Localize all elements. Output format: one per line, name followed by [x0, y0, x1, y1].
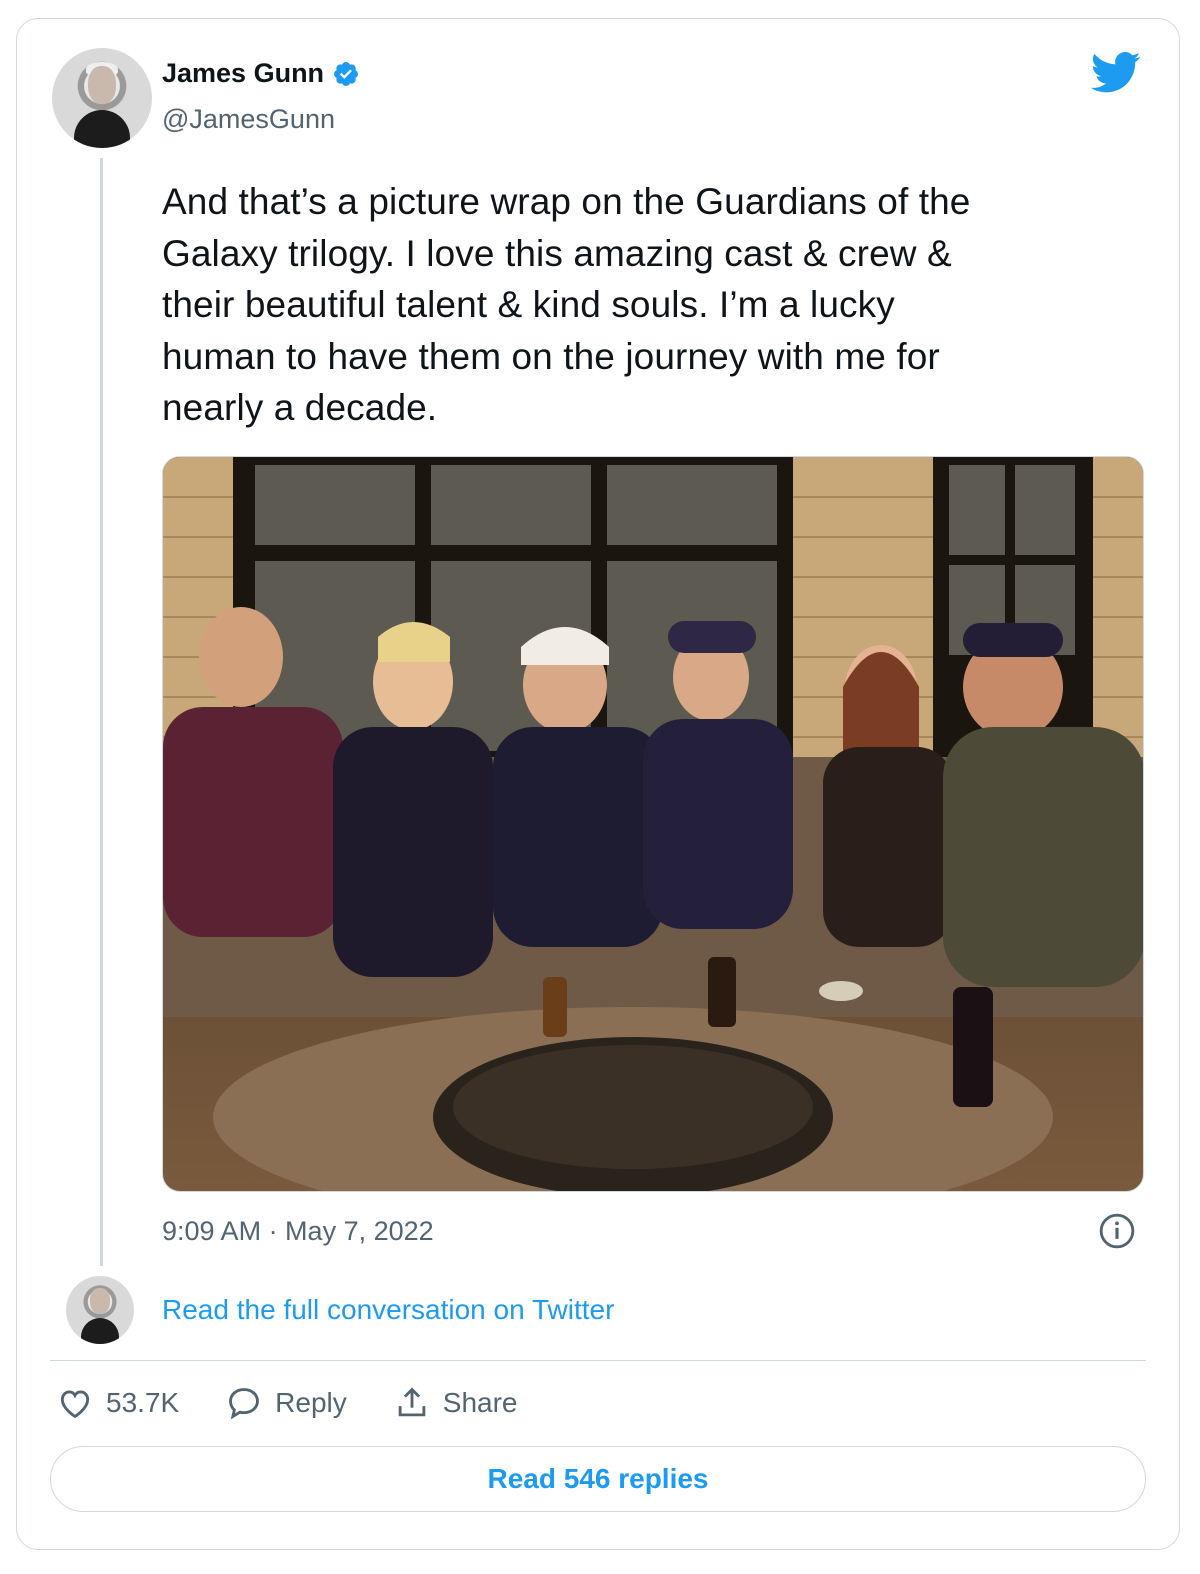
- photo-scene: [163, 457, 1143, 1191]
- reply-icon: [229, 1388, 260, 1420]
- author-name-row[interactable]: James Gunn: [162, 58, 360, 89]
- tweet-text: And that’s a picture wrap on the Guardia…: [162, 181, 971, 428]
- author-handle[interactable]: @JamesGunn: [162, 104, 335, 135]
- thread-line: [100, 158, 103, 1266]
- divider: [50, 1360, 1146, 1361]
- author-avatar[interactable]: [52, 48, 152, 148]
- share-button[interactable]: Share: [393, 1384, 518, 1422]
- like-count: 53.7K: [106, 1387, 180, 1418]
- conversation-avatar[interactable]: [66, 1276, 134, 1344]
- twitter-logo-icon[interactable]: [1090, 52, 1142, 94]
- like-button[interactable]: 53.7K: [56, 1384, 179, 1422]
- heart-icon: [60, 1390, 90, 1419]
- reply-button[interactable]: Reply: [225, 1384, 347, 1422]
- tweet-photo[interactable]: [162, 456, 1144, 1192]
- verified-badge-icon: [334, 61, 359, 86]
- read-conversation-link[interactable]: Read the full conversation on Twitter: [162, 1294, 614, 1326]
- share-icon: [398, 1387, 426, 1417]
- tweet-actions: 53.7K Reply Share: [56, 1384, 563, 1422]
- info-icon[interactable]: [1098, 1212, 1136, 1250]
- reply-label: Reply: [275, 1387, 347, 1418]
- read-replies-button[interactable]: Read 546 replies: [50, 1446, 1146, 1512]
- share-label: Share: [442, 1387, 518, 1418]
- author-name[interactable]: James Gunn: [162, 58, 324, 89]
- tweet-timestamp[interactable]: 9:09 AM · May 7, 2022: [162, 1216, 434, 1247]
